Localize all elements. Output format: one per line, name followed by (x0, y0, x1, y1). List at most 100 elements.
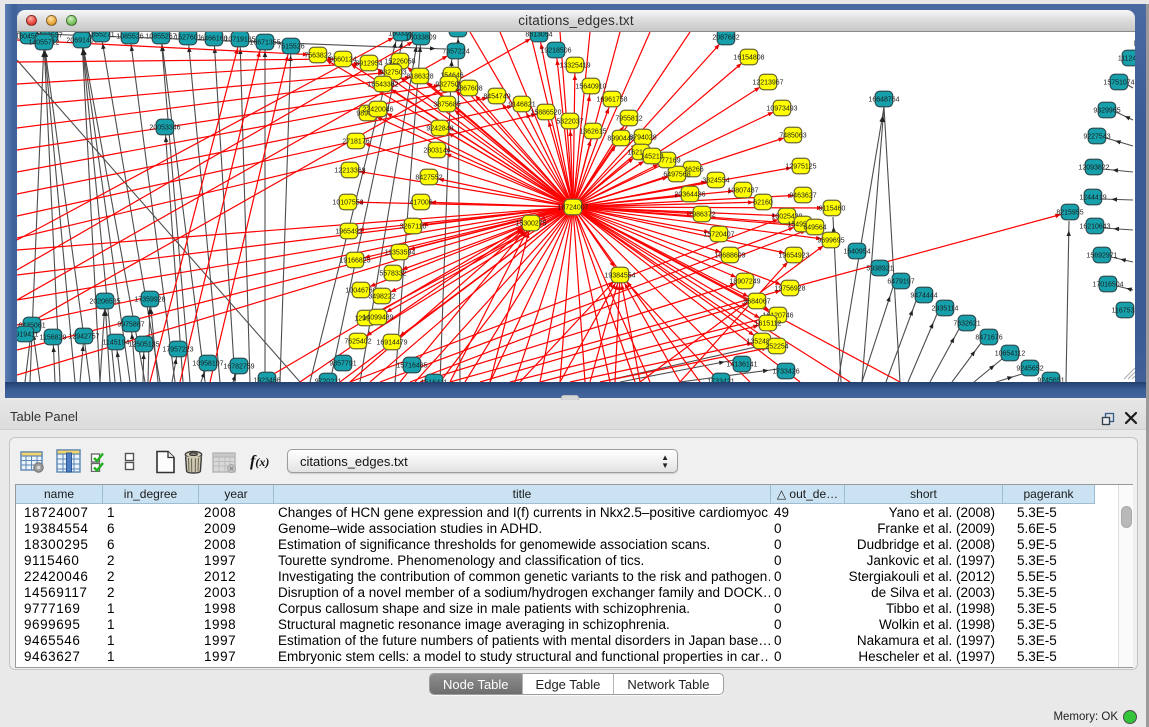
svg-text:15886520: 15886520 (530, 110, 561, 117)
svg-text:8660124: 8660124 (329, 57, 356, 64)
svg-text:3919411: 3919411 (17, 332, 38, 339)
svg-text:16961758: 16961758 (596, 97, 627, 104)
svg-text:14099489: 14099489 (362, 315, 393, 322)
svg-text:9975867: 9975867 (117, 322, 144, 329)
svg-text:1923466: 1923466 (253, 378, 280, 383)
svg-text:12093822: 12093822 (1078, 165, 1109, 172)
svg-text:15716485: 15716485 (396, 363, 427, 370)
svg-text:7955812: 7955812 (615, 116, 642, 123)
svg-text:15640910: 15640910 (575, 84, 606, 91)
svg-text:16210643: 16210643 (1079, 224, 1110, 231)
svg-text:8912954: 8912954 (355, 61, 382, 68)
svg-text:17016504: 17016504 (1092, 282, 1123, 289)
svg-text:8454749: 8454749 (483, 94, 510, 101)
svg-text:22420046: 22420046 (362, 107, 393, 114)
svg-text:9227543: 9227543 (1083, 134, 1110, 141)
svg-text:20364436: 20364436 (674, 192, 705, 199)
svg-text:16033809: 16033809 (405, 35, 436, 42)
svg-text:9245652: 9245652 (1016, 366, 1043, 373)
svg-text:12942757: 12942757 (68, 334, 99, 341)
svg-text:9245651: 9245651 (1037, 378, 1064, 383)
svg-text:19654923: 19654923 (778, 253, 809, 260)
svg-text:15751074: 15751074 (1103, 80, 1134, 87)
svg-text:6497568: 6497568 (663, 172, 690, 179)
svg-text:1362615: 1362615 (579, 129, 606, 136)
svg-text:11353594: 11353594 (385, 250, 416, 257)
svg-text:3267110: 3267110 (400, 224, 427, 231)
svg-text:20206535: 20206535 (89, 299, 120, 306)
svg-text:19218506: 19218506 (540, 48, 571, 55)
svg-text:8813054: 8813054 (525, 32, 552, 39)
svg-text:1855271: 1855271 (87, 32, 114, 39)
svg-text:1733421: 1733421 (707, 379, 734, 383)
svg-text:2803144: 2803144 (423, 148, 450, 155)
svg-text:12213967: 12213967 (752, 80, 783, 87)
svg-text:417006: 417006 (409, 200, 432, 207)
svg-text:8186328: 8186328 (406, 74, 433, 81)
svg-text:16782759: 16782759 (223, 364, 254, 371)
svg-text:9474444: 9474444 (910, 293, 937, 300)
svg-text:3498222: 3498222 (368, 294, 395, 301)
svg-text:3875685: 3875685 (433, 102, 460, 109)
svg-text:15300275: 15300275 (515, 221, 546, 228)
svg-text:8471676: 8471676 (975, 335, 1002, 342)
svg-text:1733426: 1733426 (772, 369, 799, 376)
svg-text:10973493: 10973493 (766, 106, 797, 113)
svg-text:145213: 145213 (640, 154, 663, 161)
svg-text:17957223: 17957223 (162, 347, 193, 354)
svg-text:7357224: 7357224 (442, 49, 469, 56)
svg-text:10855267: 10855267 (145, 34, 176, 41)
svg-text:9327503: 9327503 (379, 70, 406, 77)
svg-text:9684067: 9684067 (743, 299, 770, 306)
svg-text:19166825: 19166825 (339, 258, 370, 265)
svg-text:9463627: 9463627 (789, 193, 816, 200)
svg-text:10807487: 10807487 (727, 188, 758, 195)
svg-text:12975125: 12975125 (785, 164, 816, 171)
svg-text:2087682: 2087682 (712, 35, 739, 42)
svg-text:7563822: 7563822 (304, 53, 331, 60)
svg-text:7485063: 7485063 (779, 133, 806, 140)
svg-text:13325419: 13325419 (559, 63, 590, 70)
svg-text:5578332: 5578332 (379, 271, 406, 278)
svg-text:7625402: 7625402 (344, 339, 371, 346)
svg-text:14136141: 14136141 (726, 362, 757, 369)
svg-text:2718176: 2718176 (342, 139, 369, 146)
svg-text:1965492: 1965492 (335, 229, 362, 236)
svg-text:9115460: 9115460 (819, 206, 846, 213)
svg-text:18724007: 18724007 (557, 205, 588, 212)
svg-text:1156829: 1156829 (40, 335, 67, 342)
svg-text:9699695: 9699695 (817, 238, 844, 245)
svg-text:6479197: 6479197 (887, 279, 914, 286)
svg-text:19384554: 19384554 (604, 273, 635, 280)
svg-text:16914479: 16914479 (376, 340, 407, 347)
svg-text:10654112: 10654112 (995, 351, 1026, 358)
svg-text:17359928: 17359928 (134, 297, 165, 304)
svg-text:88130: 88130 (448, 32, 468, 34)
svg-text:15720407: 15720407 (703, 232, 734, 239)
svg-text:1244419: 1244419 (1079, 195, 1106, 202)
svg-text:5322037: 5322037 (556, 119, 583, 126)
svg-text:9329965: 9329965 (1093, 108, 1120, 115)
svg-text:1527601: 1527601 (174, 35, 201, 42)
svg-text:14055712: 14055712 (28, 40, 59, 47)
svg-text:7986372: 7986372 (688, 212, 715, 219)
svg-text:1516411: 1516411 (421, 380, 448, 383)
svg-text:6794028: 6794028 (629, 135, 656, 142)
svg-text:1112481: 1112481 (1118, 56, 1135, 63)
svg-text:7632621: 7632621 (953, 321, 980, 328)
svg-text:252254: 252254 (765, 344, 788, 351)
svg-text:16671355: 16671355 (249, 40, 280, 47)
svg-text:10688609: 10688609 (714, 253, 745, 260)
svg-text:9720211: 9720211 (315, 379, 342, 383)
svg-text:7515526: 7515526 (277, 44, 304, 51)
svg-text:12213369: 12213369 (334, 168, 365, 175)
svg-text:16154808: 16154808 (733, 55, 764, 62)
svg-text:16648764: 16648764 (868, 97, 899, 104)
svg-text:1167533: 1167533 (1112, 308, 1135, 315)
svg-text:649564: 649564 (803, 225, 826, 232)
svg-text:9146821: 9146821 (508, 102, 535, 109)
svg-text:5938921: 5938921 (866, 266, 893, 273)
svg-text:15692971: 15692971 (1086, 253, 1117, 260)
svg-text:10958107: 10958107 (192, 361, 223, 368)
svg-text:10107553: 10107553 (332, 200, 363, 207)
